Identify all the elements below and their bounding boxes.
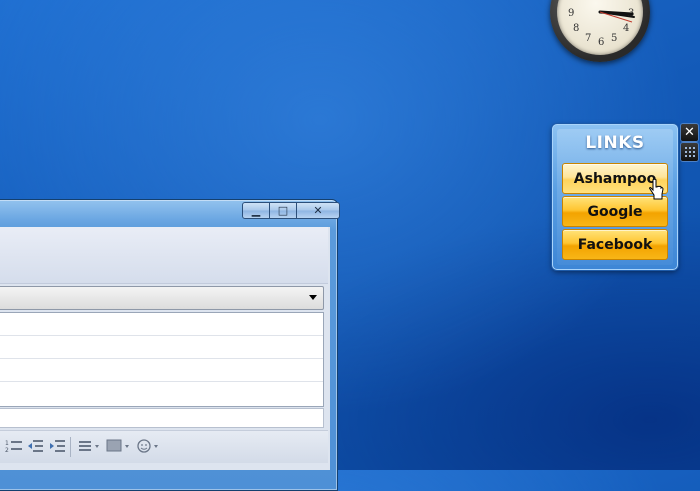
decrease-indent-icon[interactable] <box>27 438 43 454</box>
insert-image-dropdown-icon[interactable] <box>106 438 132 454</box>
list-item[interactable] <box>0 336 323 359</box>
gadget-drag-grip-icon[interactable] <box>681 143 698 161</box>
clock-numeral-4: 4 <box>623 23 629 34</box>
list-item[interactable] <box>0 359 323 382</box>
clock-numeral-8: 8 <box>573 23 579 34</box>
chevron-down-icon[interactable] <box>309 295 317 300</box>
minimize-button[interactable]: ▁ <box>242 202 270 219</box>
link-button-facebook[interactable]: Facebook <box>562 229 668 260</box>
emoticon-dropdown-icon[interactable] <box>136 438 162 454</box>
maximize-button[interactable]: □ <box>269 202 297 219</box>
clock-gadget[interactable]: 9 8 7 6 5 4 3 <box>550 0 650 62</box>
clock-numeral-7: 7 <box>585 33 591 44</box>
window-controls: ▁ □ ✕ <box>242 202 340 219</box>
align-dropdown-icon[interactable] <box>78 438 102 454</box>
clock-numeral-5: 5 <box>611 33 617 44</box>
hand-cursor-icon <box>649 179 664 200</box>
gadget-close-icon[interactable]: ✕ <box>681 124 698 141</box>
account-dropdown[interactable] <box>0 286 324 310</box>
list-item[interactable] <box>0 382 323 404</box>
svg-text:2: 2 <box>5 447 9 454</box>
numbered-list-icon[interactable]: 1 2 <box>5 438 23 454</box>
entry-list[interactable] <box>0 312 324 407</box>
list-item[interactable] <box>0 313 323 336</box>
links-gadget-title: LINKS <box>585 133 645 153</box>
svg-text:1: 1 <box>5 440 9 447</box>
toolbar-separator <box>70 437 71 457</box>
text-input[interactable] <box>0 408 324 428</box>
clock-hands-and-numerals: 9 8 7 6 5 4 3 <box>568 8 635 48</box>
clock-numeral-6: 6 <box>598 37 604 48</box>
increase-indent-icon[interactable] <box>49 438 65 454</box>
clock-numeral-9: 9 <box>568 8 574 19</box>
close-button[interactable]: ✕ <box>296 202 340 219</box>
window-header-band <box>0 227 328 284</box>
